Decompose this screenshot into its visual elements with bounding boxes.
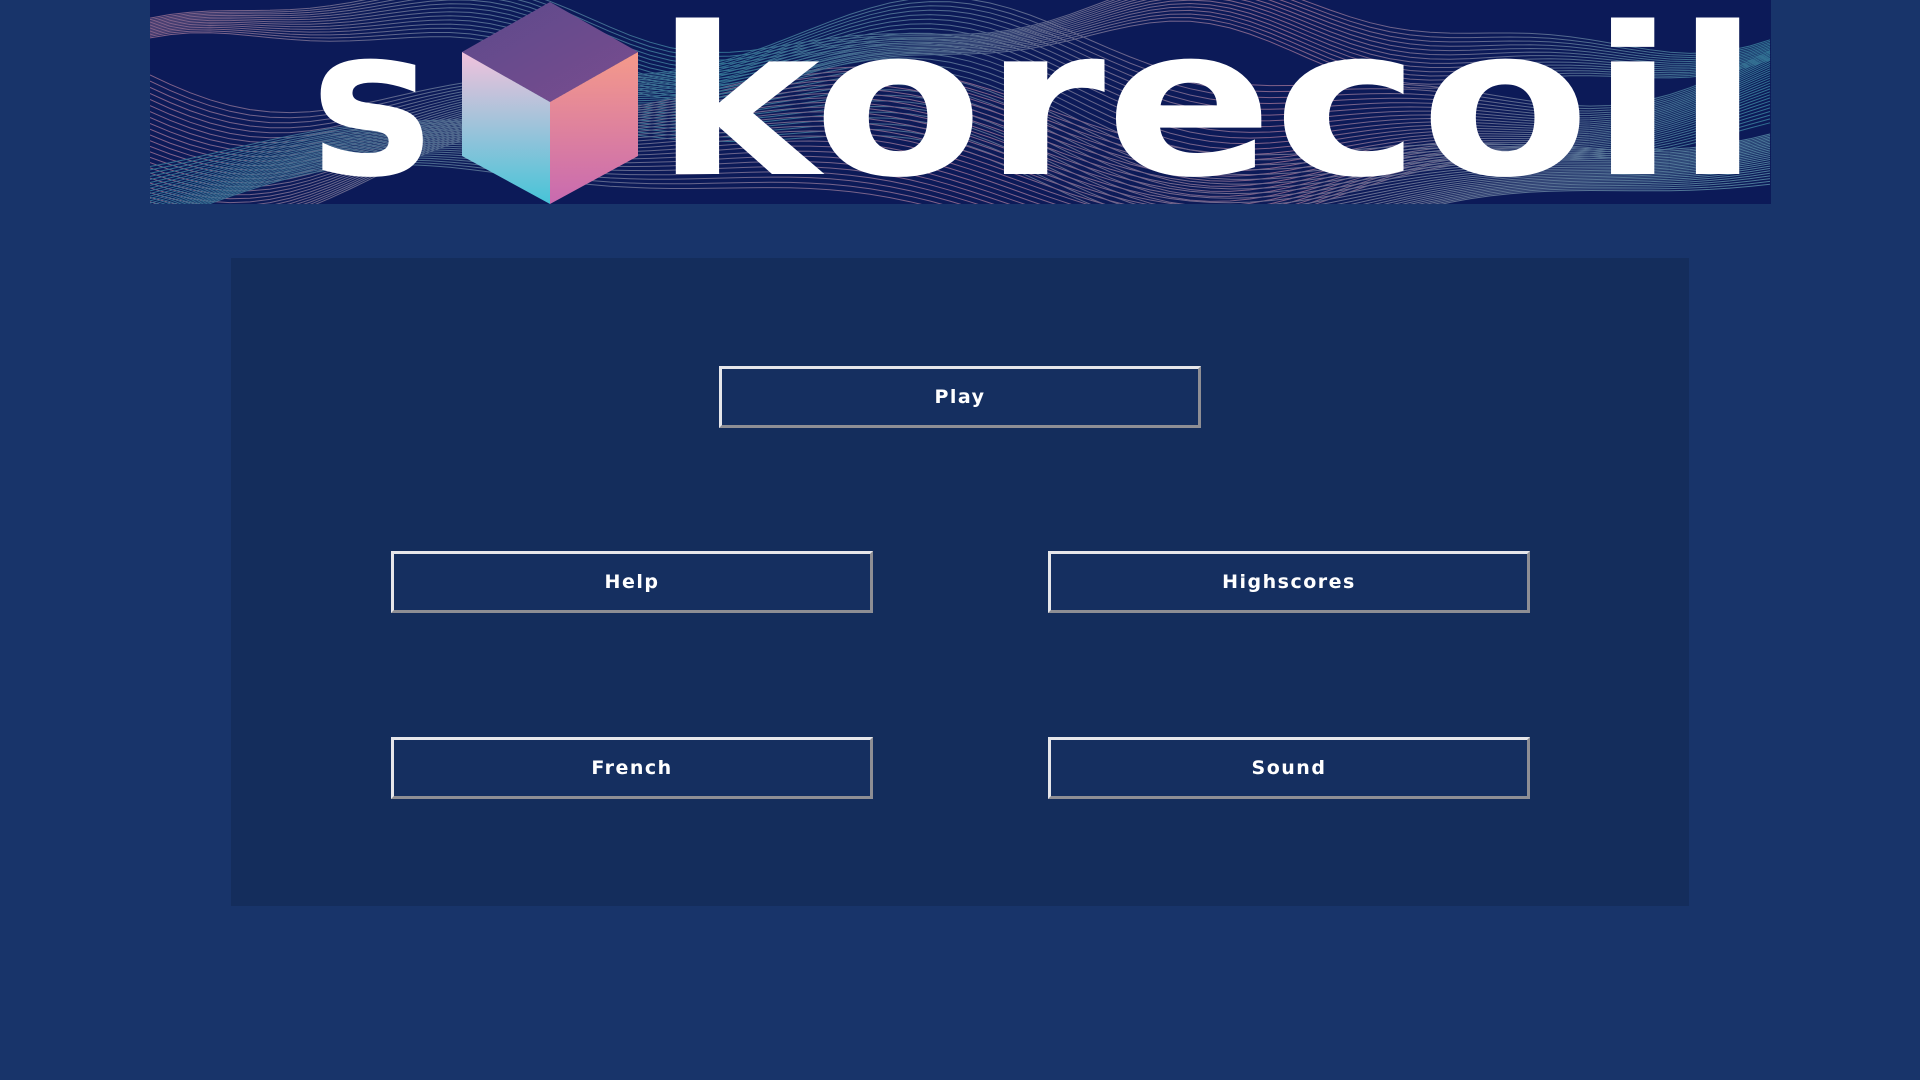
- logo-letter-s: s: [310, 0, 433, 204]
- play-button[interactable]: Play: [719, 366, 1201, 428]
- highscores-button[interactable]: Highscores: [1048, 551, 1530, 613]
- banner-graphic: s korecoil: [150, 0, 1771, 204]
- game-page: s korecoil Play Help Highscores French S…: [0, 0, 1920, 1080]
- language-button[interactable]: French: [391, 737, 873, 799]
- sound-button[interactable]: Sound: [1048, 737, 1530, 799]
- help-button[interactable]: Help: [391, 551, 873, 613]
- logo-banner: s korecoil: [150, 0, 1771, 204]
- logo-wordmark: korecoil: [655, 0, 1760, 204]
- main-menu-panel: Play Help Highscores French Sound: [231, 258, 1689, 906]
